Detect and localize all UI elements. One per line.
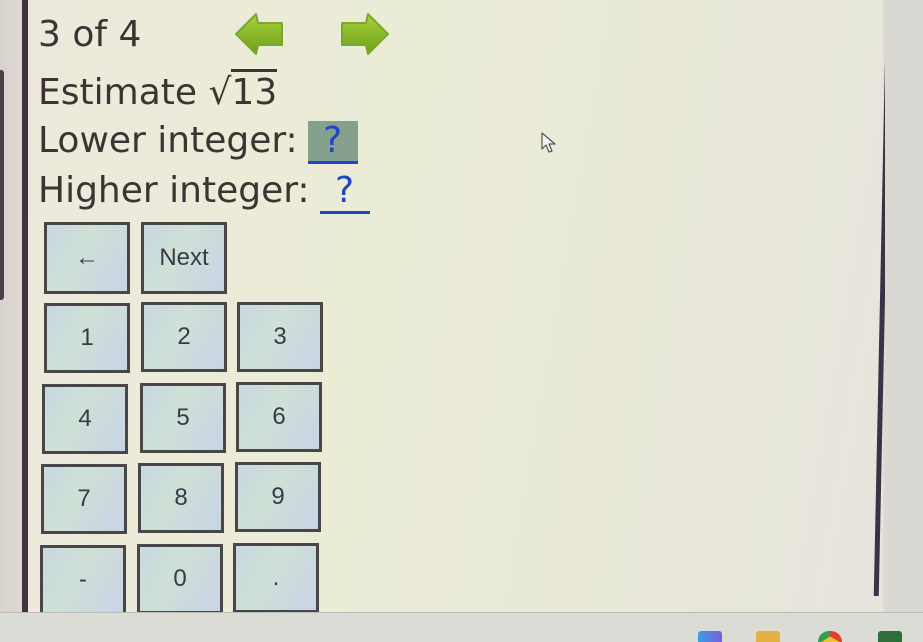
xbox-icon[interactable]	[878, 631, 902, 642]
key-label: .	[272, 564, 280, 591]
higher-integer-label: Higher integer:	[38, 170, 310, 211]
key-label: -	[79, 566, 87, 593]
key-label: 1	[80, 324, 94, 351]
square-root-expression: √13	[208, 69, 278, 113]
lower-integer-row: Lower integer:?	[38, 120, 358, 164]
radicand: 13	[231, 69, 278, 113]
key-label: 3	[273, 323, 287, 350]
higher-integer-input[interactable]: ?	[319, 171, 370, 214]
lower-integer-label: Lower integer:	[38, 120, 298, 161]
keypad-key-9[interactable]: 9	[235, 462, 321, 532]
keypad-key-4[interactable]: 4	[42, 384, 128, 454]
keypad-key-7[interactable]: 7	[41, 464, 127, 534]
question-prompt: Estimate √13	[38, 69, 278, 113]
copilot-icon[interactable]	[698, 631, 722, 642]
mouse-pointer-icon	[541, 132, 556, 153]
keypad-key-5[interactable]: 5	[140, 383, 226, 453]
backspace-button[interactable]: ←	[44, 222, 130, 294]
keypad-key-decimal[interactable]: .	[233, 543, 319, 613]
prompt-text: Estimate	[38, 72, 198, 113]
key-label: 0	[173, 565, 187, 592]
radical-symbol: √	[208, 72, 232, 113]
keypad-key-0[interactable]: 0	[137, 544, 223, 614]
previous-problem-button[interactable]	[234, 10, 284, 58]
key-label: 4	[78, 405, 92, 432]
keypad-key-6[interactable]: 6	[236, 382, 322, 452]
file-explorer-icon[interactable]	[756, 631, 780, 642]
keypad-key-1[interactable]: 1	[44, 303, 130, 373]
lower-integer-input[interactable]: ?	[307, 121, 358, 164]
keypad-key-minus[interactable]: -	[40, 545, 126, 615]
backspace-arrow-icon: ←	[75, 244, 99, 271]
keypad-key-2[interactable]: 2	[141, 302, 227, 372]
desktop-background	[885, 0, 923, 612]
key-label: 8	[174, 484, 188, 511]
key-label: 2	[177, 323, 191, 350]
key-label: 6	[272, 403, 286, 430]
keypad-key-3[interactable]: 3	[237, 302, 323, 372]
chrome-icon[interactable]	[818, 631, 842, 642]
keypad-key-8[interactable]: 8	[138, 463, 224, 533]
next-button[interactable]: Next	[141, 222, 227, 294]
green-right-arrow-icon	[341, 13, 389, 55]
green-left-arrow-icon	[235, 13, 283, 55]
key-label: 7	[77, 485, 91, 512]
taskbar	[0, 612, 923, 642]
higher-integer-row: Higher integer:?	[38, 170, 370, 214]
key-label: 9	[271, 483, 285, 510]
progress-counter: 3 of 4	[38, 14, 142, 55]
next-button-label: Next	[159, 244, 209, 271]
next-problem-button[interactable]	[340, 10, 390, 58]
bezel-tab	[0, 70, 4, 300]
key-label: 5	[176, 404, 190, 431]
